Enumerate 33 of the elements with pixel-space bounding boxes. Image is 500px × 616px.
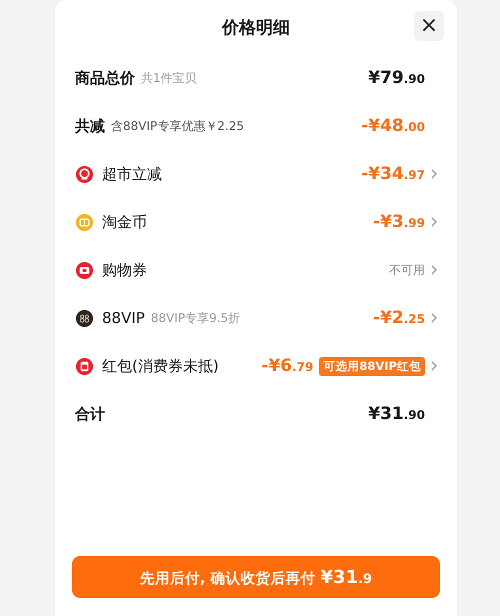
- promo-tag[interactable]: 可选用88VIP红包: [319, 356, 425, 376]
- chevron-icon[interactable]: [431, 313, 437, 323]
- row-label: 共减: [75, 116, 105, 136]
- price-amount: -¥2.25: [373, 308, 425, 328]
- price-amount: -¥3.99: [373, 212, 425, 232]
- row-note: 88VIP专享9.5折: [150, 310, 240, 326]
- badge-icon: [75, 164, 94, 184]
- row-label: 淘金币: [102, 212, 147, 232]
- row-label: 购物券: [102, 260, 147, 280]
- vip-icon: [75, 308, 94, 328]
- price-amount: -¥6.79: [261, 356, 314, 376]
- pay-button[interactable]: 先用后付, 确认收货后再付 ¥31.9: [72, 556, 440, 598]
- price-amount: -¥34.97: [361, 164, 425, 184]
- chevron-icon[interactable]: [431, 265, 437, 275]
- coin-icon: [75, 212, 94, 232]
- row-label: 商品总价: [75, 68, 135, 88]
- ticket-icon: [75, 260, 94, 280]
- price-amount: ¥31.90: [368, 404, 425, 424]
- sheet-title: 价格明细: [222, 16, 290, 38]
- row-label: 合计: [75, 404, 105, 424]
- chevron-icon[interactable]: [431, 169, 437, 179]
- status-text: 不可用: [389, 262, 425, 278]
- price-amount: -¥48.00: [361, 116, 425, 136]
- row-note: 共1件宝贝: [141, 70, 197, 86]
- envelope-icon: [75, 356, 94, 376]
- close-button[interactable]: ×: [414, 11, 444, 41]
- chevron-icon[interactable]: [431, 361, 437, 371]
- price-amount: ¥79.90: [368, 68, 425, 88]
- chevron-icon[interactable]: [431, 217, 437, 227]
- row-label: 超市立减: [102, 164, 162, 184]
- row-note: 含88VIP专享优惠￥2.25: [111, 118, 244, 134]
- row-label: 88VIP: [102, 309, 145, 327]
- row-label: 红包(消费券未抵): [102, 356, 219, 376]
